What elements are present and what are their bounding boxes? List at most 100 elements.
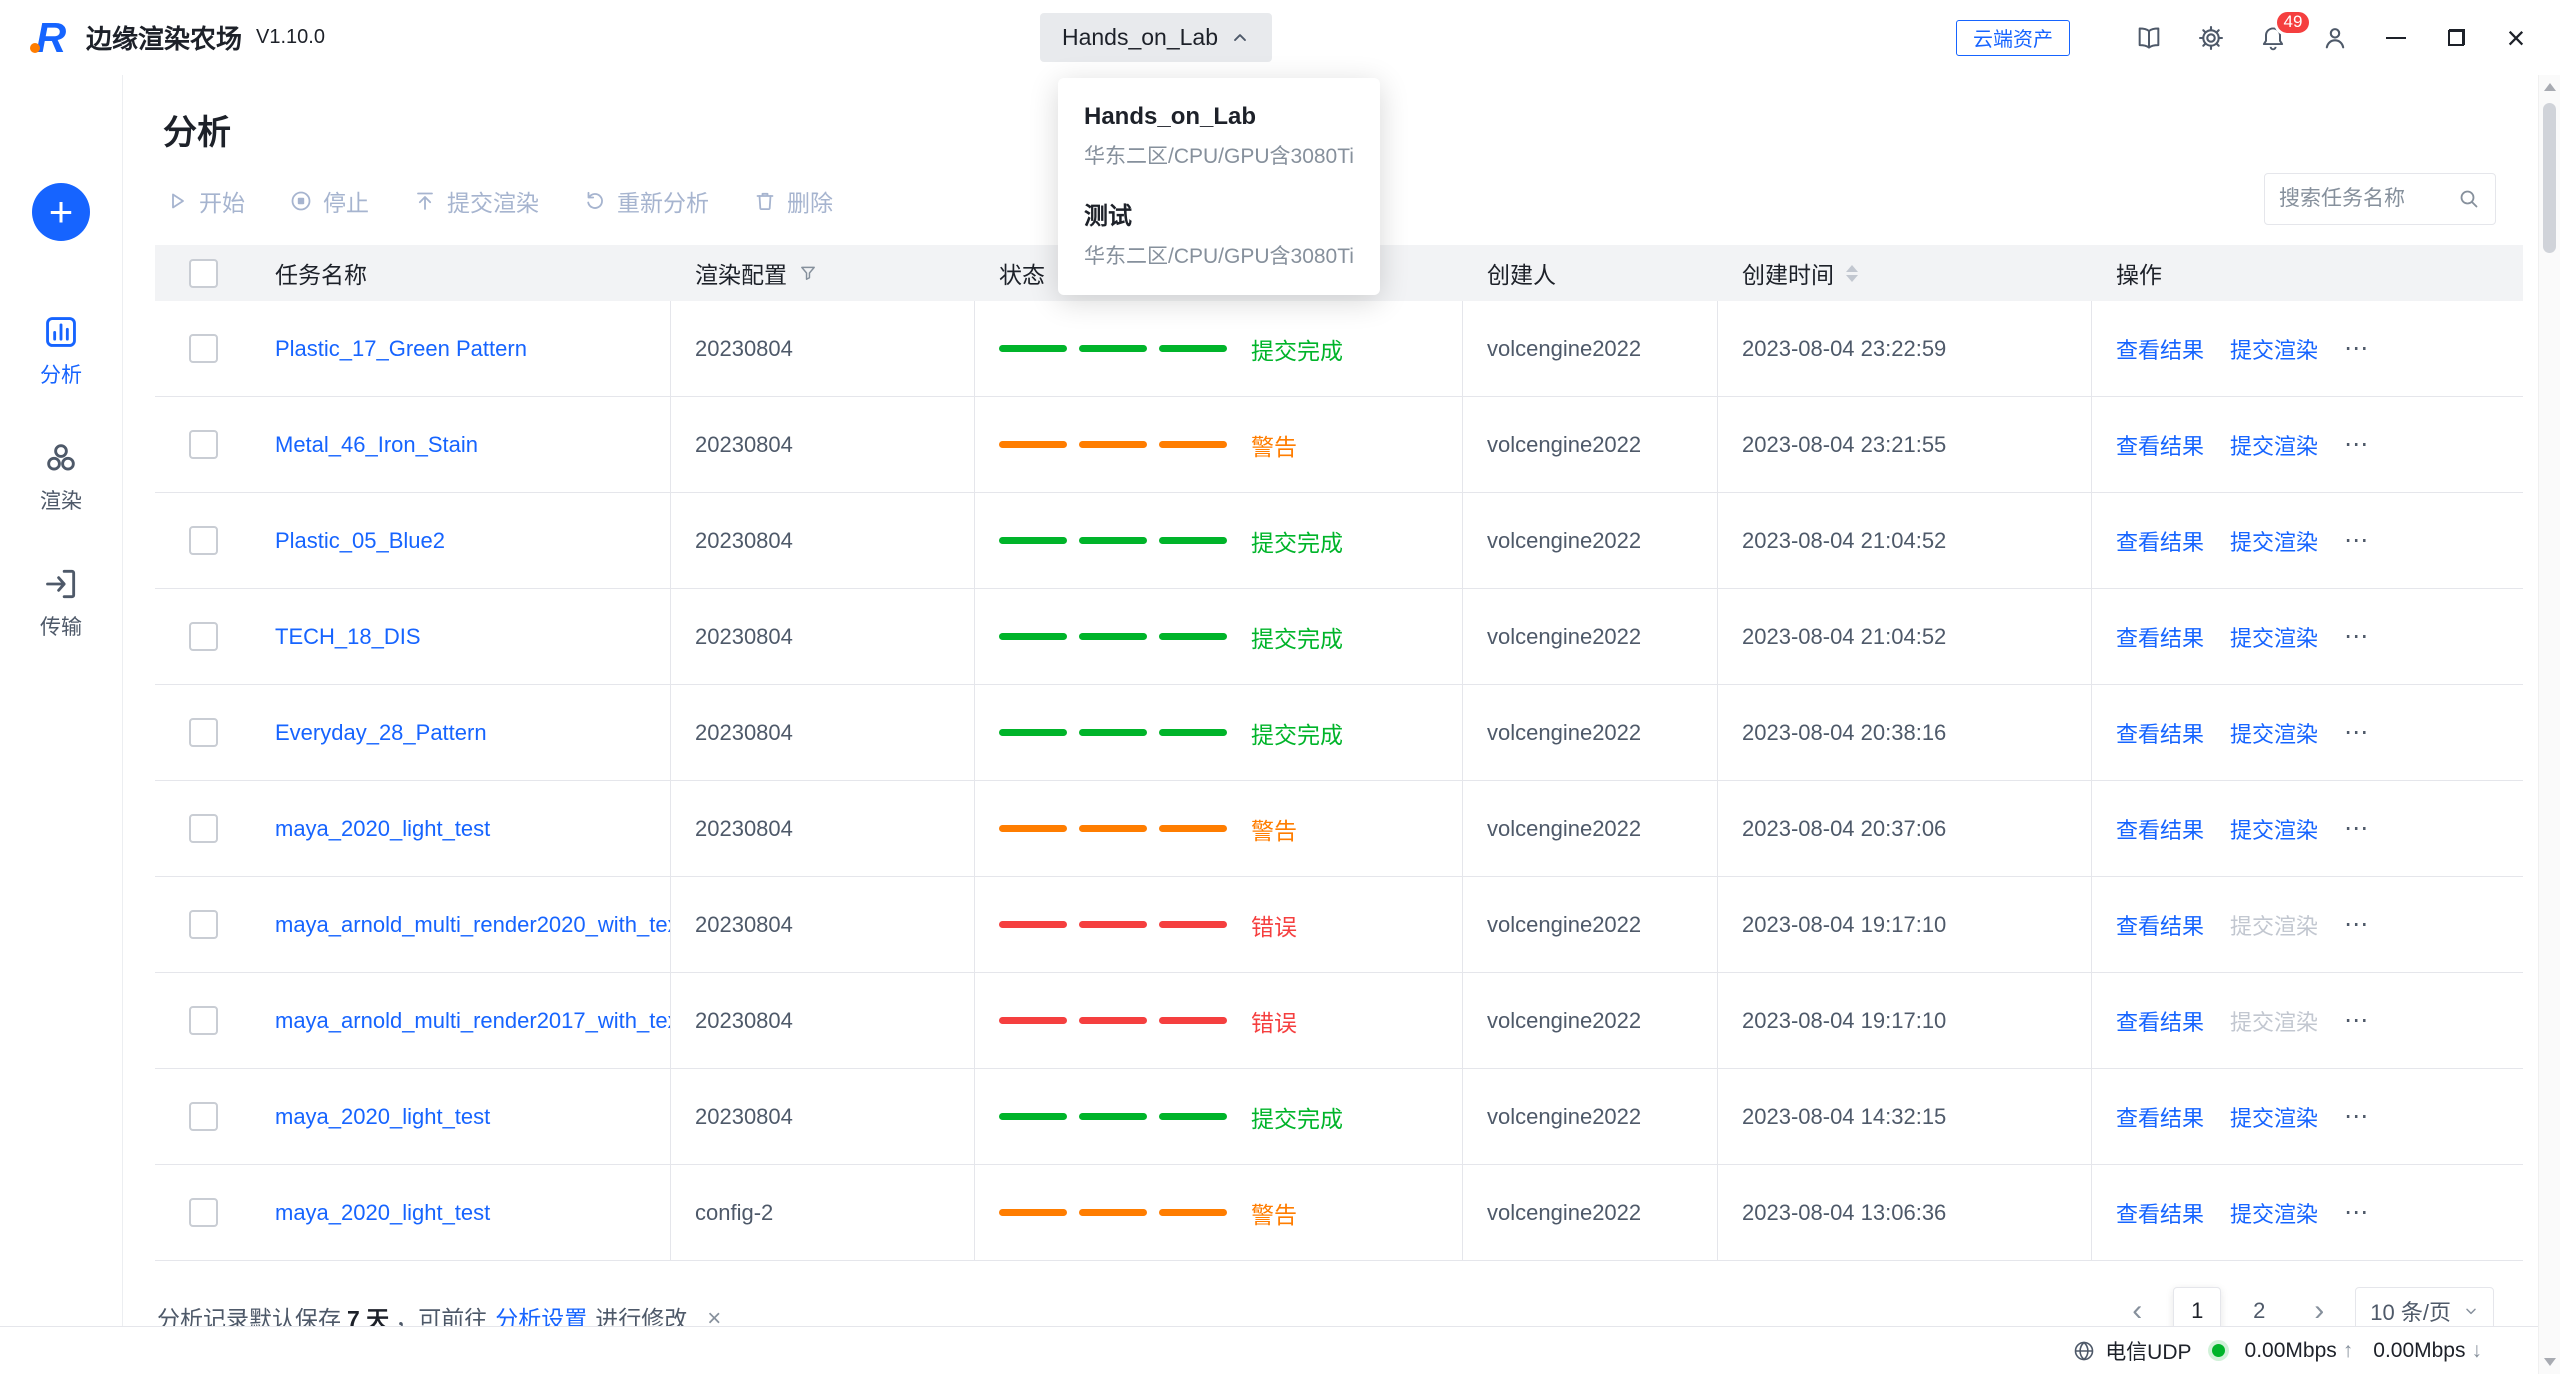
start-button[interactable]: 开始 — [165, 184, 245, 218]
close-button[interactable]: × — [2486, 7, 2546, 69]
creator: volcengine2022 — [1487, 1200, 1641, 1226]
more-actions-button[interactable]: ⋯ — [2344, 1198, 2370, 1227]
resubmit-link[interactable]: 提交渲染 — [2230, 813, 2318, 845]
delete-button[interactable]: 删除 — [753, 184, 833, 218]
row-checkbox[interactable] — [189, 910, 218, 939]
toolbar: 开始 停止 提交渲染 重新分析 删除 — [165, 175, 833, 227]
page-2-button[interactable]: 2 — [2235, 1287, 2283, 1326]
sidebar-item-analysis[interactable]: 分析 — [0, 313, 122, 389]
resubmit-link[interactable]: 提交渲染 — [2230, 333, 2318, 365]
cluster-name: Hands_on_Lab — [1084, 103, 1354, 131]
next-page-button[interactable]: › — [2297, 1287, 2341, 1326]
reanalyze-button[interactable]: 重新分析 — [583, 184, 709, 218]
resubmit-link[interactable]: 提交渲染 — [2230, 1197, 2318, 1229]
add-task-button[interactable]: + — [32, 183, 90, 241]
row-checkbox[interactable] — [189, 814, 218, 843]
resubmit-link[interactable]: 提交渲染 — [2230, 429, 2318, 461]
more-actions-button[interactable]: ⋯ — [2344, 814, 2370, 843]
view-result-link[interactable]: 查看结果 — [2116, 333, 2204, 365]
row-checkbox[interactable] — [189, 1102, 218, 1131]
restore-button[interactable] — [2426, 7, 2486, 69]
stop-button[interactable]: 停止 — [289, 184, 369, 218]
row-checkbox[interactable] — [189, 622, 218, 651]
notice-close-icon[interactable]: × — [707, 1303, 721, 1326]
sidebar-item-transfer[interactable]: 传输 — [0, 565, 122, 641]
task-name-link[interactable]: Everyday_28_Pattern — [275, 720, 487, 746]
select-all-checkbox[interactable] — [189, 259, 218, 288]
task-name-link[interactable]: maya_2020_light_test — [275, 816, 490, 842]
cluster-selector-button[interactable]: Hands_on_Lab — [1040, 13, 1272, 62]
resubmit-link[interactable]: 提交渲染 — [2230, 525, 2318, 557]
notifications-button[interactable]: 49 — [2242, 7, 2304, 69]
analysis-settings-link[interactable]: 分析设置 — [495, 1303, 587, 1326]
row-checkbox[interactable] — [189, 718, 218, 747]
more-actions-button[interactable]: ⋯ — [2344, 910, 2370, 939]
search-input[interactable] — [2279, 187, 2457, 211]
cluster-menu-item[interactable]: Hands_on_Lab 华东二区/CPU/GPU含3080Ti — [1058, 90, 1380, 183]
filter-icon[interactable] — [799, 264, 817, 282]
task-name-link[interactable]: maya_2020_light_test — [275, 1104, 490, 1130]
view-result-link[interactable]: 查看结果 — [2116, 1101, 2204, 1133]
page-size-value: 10 条/页 — [2370, 1295, 2451, 1326]
resubmit-link[interactable]: 提交渲染 — [2230, 1101, 2318, 1133]
table-row: maya_2020_light_test 20230804 提交完成 volce… — [155, 1069, 2523, 1165]
settings-button[interactable] — [2180, 7, 2242, 69]
more-actions-button[interactable]: ⋯ — [2344, 1102, 2370, 1131]
view-result-link[interactable]: 查看结果 — [2116, 717, 2204, 749]
view-result-link[interactable]: 查看结果 — [2116, 1197, 2204, 1229]
book-icon — [2135, 24, 2163, 52]
row-checkbox[interactable] — [189, 430, 218, 459]
sidebar-item-render[interactable]: 渲染 — [0, 439, 122, 515]
more-actions-button[interactable]: ⋯ — [2344, 622, 2370, 651]
cloud-assets-button[interactable]: 云端资产 — [1956, 20, 2070, 56]
pagination: ‹ 1 2 › 10 条/页 — [2115, 1287, 2494, 1326]
page-size-select[interactable]: 10 条/页 — [2355, 1287, 2494, 1326]
view-result-link[interactable]: 查看结果 — [2116, 1005, 2204, 1037]
task-name-link[interactable]: TECH_18_DIS — [275, 624, 421, 650]
task-name-link[interactable]: Metal_46_Iron_Stain — [275, 432, 478, 458]
task-name-link[interactable]: Plastic_05_Blue2 — [275, 528, 445, 554]
resubmit-link[interactable]: 提交渲染 — [2230, 1005, 2318, 1037]
cluster-menu-item[interactable]: 测试 华东二区/CPU/GPU含3080Ti — [1058, 183, 1380, 283]
down-arrow-icon: ↓ — [2472, 1339, 2483, 1363]
task-name-link[interactable]: maya_2020_light_test — [275, 1200, 490, 1226]
submit-render-button[interactable]: 提交渲染 — [413, 184, 539, 218]
view-result-link[interactable]: 查看结果 — [2116, 813, 2204, 845]
account-button[interactable] — [2304, 7, 2366, 69]
search-icon[interactable] — [2457, 187, 2481, 211]
upload-arrow-icon — [413, 189, 437, 213]
render-config: 20230804 — [695, 432, 793, 458]
row-checkbox[interactable] — [189, 1198, 218, 1227]
sort-icon[interactable] — [1846, 265, 1858, 282]
resubmit-link[interactable]: 提交渲染 — [2230, 909, 2318, 941]
minimize-button[interactable] — [2366, 7, 2426, 69]
view-result-link[interactable]: 查看结果 — [2116, 909, 2204, 941]
table-row: Everyday_28_Pattern 20230804 提交完成 volcen… — [155, 685, 2523, 781]
more-actions-button[interactable]: ⋯ — [2344, 334, 2370, 363]
more-actions-button[interactable]: ⋯ — [2344, 718, 2370, 747]
row-checkbox[interactable] — [189, 526, 218, 555]
view-result-link[interactable]: 查看结果 — [2116, 525, 2204, 557]
more-actions-button[interactable]: ⋯ — [2344, 526, 2370, 555]
view-result-link[interactable]: 查看结果 — [2116, 621, 2204, 653]
network-selector[interactable]: 电信UDP — [2072, 1336, 2191, 1366]
scroll-down-icon[interactable] — [2544, 1358, 2556, 1366]
progress-segment — [1079, 633, 1147, 640]
docs-button[interactable] — [2118, 7, 2180, 69]
search-box — [2264, 173, 2496, 225]
resubmit-link[interactable]: 提交渲染 — [2230, 717, 2318, 749]
row-checkbox[interactable] — [189, 334, 218, 363]
task-name-link[interactable]: maya_arnold_multi_render2017_with_textur… — [275, 1008, 671, 1034]
scrollbar-thumb[interactable] — [2543, 103, 2556, 253]
chevron-down-icon — [2463, 1303, 2479, 1319]
page-1-button[interactable]: 1 — [2173, 1287, 2221, 1326]
view-result-link[interactable]: 查看结果 — [2116, 429, 2204, 461]
more-actions-button[interactable]: ⋯ — [2344, 1006, 2370, 1035]
row-checkbox[interactable] — [189, 1006, 218, 1035]
resubmit-link[interactable]: 提交渲染 — [2230, 621, 2318, 653]
more-actions-button[interactable]: ⋯ — [2344, 430, 2370, 459]
task-name-link[interactable]: maya_arnold_multi_render2020_with_textur… — [275, 912, 671, 938]
prev-page-button[interactable]: ‹ — [2115, 1287, 2159, 1326]
scroll-up-icon[interactable] — [2544, 83, 2556, 91]
task-name-link[interactable]: Plastic_17_Green Pattern — [275, 336, 527, 362]
